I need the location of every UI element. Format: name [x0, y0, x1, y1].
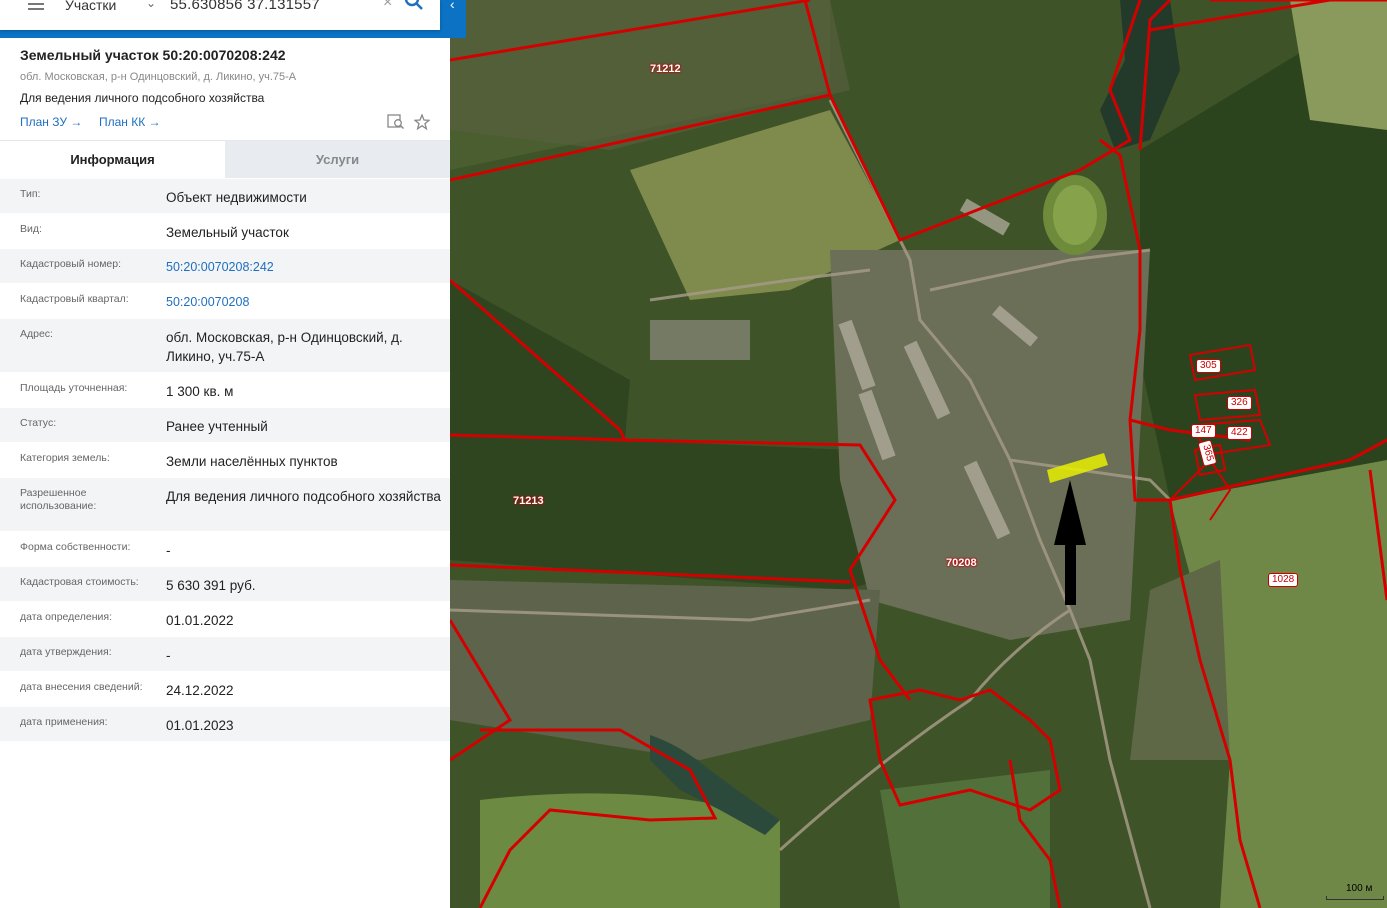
search-icon[interactable]	[402, 0, 426, 16]
detail-label: Адрес:	[20, 328, 53, 340]
parcel-label-422[interactable]: 422	[1227, 426, 1252, 440]
collapse-panel-icon[interactable]: ‹	[450, 0, 455, 12]
tabs: Информация Услуги	[0, 140, 450, 179]
detail-label: Категория земель:	[20, 452, 110, 464]
detail-label: дата определения:	[20, 611, 113, 623]
detail-label: Тип:	[20, 188, 41, 200]
detail-label: Кадастровый квартал:	[20, 293, 129, 305]
info-panel: Земельный участок 50:20:0070208:242 обл.…	[0, 38, 450, 908]
detail-row-approval-date: дата утверждения: -	[0, 636, 450, 671]
detail-label: дата применения:	[20, 716, 108, 728]
detail-value: Ранее учтенный	[166, 419, 268, 434]
quarter-label-70208: 70208	[946, 557, 977, 569]
detail-row-entry-date: дата внесения сведений: 24.12.2022	[0, 671, 450, 706]
detail-row-permitted-use: Разрешенное использование: Для ведения л…	[0, 477, 450, 531]
detail-value: обл. Московская, р-н Одинцовский, д. Лик…	[166, 330, 403, 364]
object-title: Земельный участок 50:20:0070208:242	[20, 47, 286, 63]
detail-row-area: Площадь уточненная: 1 300 кв. м	[0, 372, 450, 407]
object-purpose: Для ведения личного подсобного хозяйства	[20, 91, 265, 105]
satellite-imagery	[450, 0, 1387, 908]
detail-label: Форма собственности:	[20, 541, 131, 553]
detail-label: дата внесения сведений:	[20, 681, 143, 693]
parcel-label-1028[interactable]: 1028	[1268, 573, 1299, 587]
tab-information[interactable]: Информация	[0, 141, 225, 179]
plan-kk-link[interactable]: План КК →	[99, 115, 161, 129]
clear-icon[interactable]: ×	[383, 0, 392, 12]
detail-row-status: Статус: Ранее учтенный	[0, 407, 450, 442]
scale-label: 100 м	[1346, 883, 1373, 894]
show-on-map-icon[interactable]	[387, 114, 405, 130]
menu-icon[interactable]	[28, 0, 44, 14]
detail-value: 01.01.2022	[166, 613, 234, 628]
object-address: обл. Московская, р-н Одинцовский, д. Лик…	[20, 71, 297, 83]
favorite-star-icon[interactable]	[414, 114, 430, 130]
cadastral-quarter-link[interactable]: 50:20:0070208	[166, 293, 441, 312]
scale-bar	[1326, 896, 1384, 900]
detail-label: Статус:	[20, 417, 57, 429]
detail-row-cadastral-value: Кадастровая стоимость: 5 630 391 руб.	[0, 566, 450, 601]
details-table: Тип: Объект недвижимости Вид: Земельный …	[0, 178, 450, 741]
chevron-down-icon[interactable]: ⌄	[146, 0, 156, 10]
detail-value: 24.12.2022	[166, 683, 234, 698]
detail-value: Объект недвижимости	[166, 190, 307, 205]
detail-value: -	[166, 648, 171, 663]
quarter-label-71213: 71213	[513, 495, 544, 507]
cadastral-number-link[interactable]: 50:20:0070208:242	[166, 258, 441, 277]
detail-value: 5 630 391 руб.	[166, 578, 256, 593]
parcel-label-326[interactable]: 326	[1227, 396, 1252, 410]
parcel-label-305[interactable]: 305	[1196, 359, 1221, 373]
detail-value: 1 300 кв. м	[166, 384, 234, 399]
tab-services[interactable]: Услуги	[225, 141, 450, 179]
plan-zu-link[interactable]: План ЗУ →	[20, 115, 82, 129]
detail-row-kind: Вид: Земельный участок	[0, 213, 450, 248]
search-type-select[interactable]: Участки	[65, 0, 116, 13]
detail-label: дата утверждения:	[20, 646, 112, 658]
detail-label: Вид:	[20, 223, 42, 235]
detail-value: Для ведения личного подсобного хозяйства	[166, 489, 441, 504]
detail-label: Кадастровый номер:	[20, 258, 122, 270]
search-box: Участки ⌄ 55.630856 37.131557 ×	[0, 0, 440, 30]
search-input[interactable]: 55.630856 37.131557	[170, 0, 320, 13]
detail-row-determination-date: дата определения: 01.01.2022	[0, 601, 450, 636]
detail-label: Кадастровая стоимость:	[20, 576, 139, 588]
detail-row-application-date: дата применения: 01.01.2023	[0, 706, 450, 741]
detail-row-type: Тип: Объект недвижимости	[0, 178, 450, 213]
detail-value: Земли населённых пунктов	[166, 454, 338, 469]
detail-row-land-category: Категория земель: Земли населённых пункт…	[0, 442, 450, 477]
detail-label: Разрешенное использование:	[20, 487, 97, 512]
detail-row-cadastral-quarter: Кадастровый квартал: 50:20:0070208	[0, 283, 450, 318]
detail-label: Площадь уточненная:	[20, 382, 128, 394]
detail-row-address: Адрес: обл. Московская, р-н Одинцовский,…	[0, 318, 450, 372]
map-view[interactable]: 71212 71213 70208 305 326 147 422 365 10…	[450, 0, 1387, 908]
detail-row-cadastral-number: Кадастровый номер: 50:20:0070208:242	[0, 248, 450, 283]
detail-value: Земельный участок	[166, 225, 289, 240]
search-bar: Участки ⌄ 55.630856 37.131557 × ‹	[0, 0, 466, 38]
detail-value: -	[166, 543, 171, 558]
detail-value: 01.01.2023	[166, 718, 234, 733]
quarter-label-71212: 71212	[650, 63, 681, 75]
detail-row-ownership: Форма собственности: -	[0, 531, 450, 566]
parcel-label-147[interactable]: 147	[1191, 424, 1216, 438]
